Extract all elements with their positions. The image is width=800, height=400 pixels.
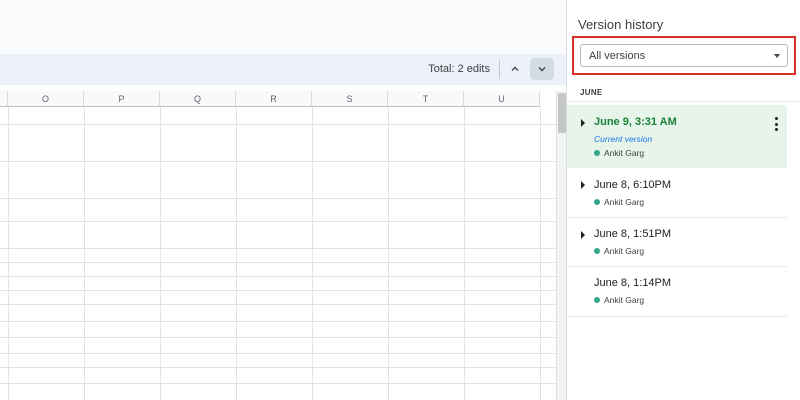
column-header-o[interactable]: O: [8, 91, 84, 107]
column-header-s[interactable]: S: [312, 91, 388, 107]
divider: [567, 101, 800, 102]
caret-right-icon[interactable]: [581, 181, 585, 189]
version-author: Ankit Garg: [604, 148, 645, 158]
vertical-scrollbar[interactable]: [556, 91, 566, 400]
version-date: June 8, 1:14PM: [594, 277, 672, 289]
total-edits-label: Total: 2 edits: [428, 63, 490, 75]
gridline-horizontal: [0, 198, 556, 199]
gridline-vertical: [464, 107, 465, 400]
previous-edit-button[interactable]: [503, 58, 527, 80]
column-header-partial[interactable]: [0, 91, 8, 107]
next-edit-button[interactable]: [530, 58, 554, 80]
gridline-horizontal: [0, 221, 556, 222]
gridline-vertical: [540, 107, 541, 400]
user-color-dot-icon: [594, 297, 600, 303]
gridline-horizontal: [0, 276, 556, 277]
filter-selected-value: All versions: [589, 50, 646, 62]
current-version-label: Current version: [594, 134, 653, 144]
column-header-t[interactable]: T: [388, 91, 464, 107]
version-item[interactable]: June 8, 6:10PM Ankit Garg: [567, 168, 787, 218]
version-item[interactable]: June 8, 1:51PM Ankit Garg: [567, 218, 787, 267]
scrollbar-thumb[interactable]: [558, 93, 566, 133]
versions-filter-dropdown[interactable]: All versions: [580, 44, 788, 67]
caret-right-icon[interactable]: [581, 119, 585, 127]
gridline-horizontal: [0, 337, 556, 338]
gridline-vertical: [312, 107, 313, 400]
gridline-vertical: [84, 107, 85, 400]
gridline-horizontal: [0, 367, 556, 368]
chevron-down-icon: [538, 67, 546, 72]
column-header-r[interactable]: R: [236, 91, 312, 107]
gridline-horizontal: [0, 290, 556, 291]
divider: [499, 60, 500, 79]
gridline-horizontal: [0, 321, 556, 322]
month-header: JUNE: [580, 88, 603, 97]
user-color-dot-icon: [594, 199, 600, 205]
version-item[interactable]: June 8, 1:14PM Ankit Garg: [567, 267, 787, 317]
chevron-up-icon: [511, 66, 519, 71]
gridline-vertical: [160, 107, 161, 400]
gridline-vertical: [8, 107, 9, 400]
version-history-panel: Version history All versions JUNE June 9…: [566, 0, 800, 400]
highlight-outline: All versions: [572, 36, 796, 75]
gridline-horizontal: [0, 304, 556, 305]
cell-grid[interactable]: OPQRSTU: [0, 91, 556, 400]
column-header-q[interactable]: Q: [160, 91, 236, 107]
gridline-horizontal: [0, 262, 556, 263]
panel-title: Version history: [578, 17, 664, 32]
version-author: Ankit Garg: [604, 246, 645, 256]
gridline-horizontal: [0, 383, 556, 384]
gridline-horizontal: [0, 124, 556, 125]
version-date: June 8, 6:10PM: [594, 179, 672, 191]
version-author: Ankit Garg: [604, 197, 645, 207]
gridline-vertical: [388, 107, 389, 400]
gridline-horizontal: [0, 248, 556, 249]
version-item-current[interactable]: June 9, 3:31 AM Current version Ankit Ga…: [567, 105, 787, 168]
gridline-horizontal: [0, 161, 556, 162]
column-header-p[interactable]: P: [84, 91, 160, 107]
gridline-vertical: [236, 107, 237, 400]
version-date: June 8, 1:51PM: [594, 228, 672, 240]
toolbar-area: [0, 0, 566, 54]
edit-navigation-bar: Total: 2 edits: [0, 54, 566, 85]
version-date: June 9, 3:31 AM: [594, 116, 677, 128]
version-author: Ankit Garg: [604, 295, 645, 305]
user-color-dot-icon: [594, 248, 600, 254]
column-header-u[interactable]: U: [464, 91, 540, 107]
spreadsheet-area: Total: 2 edits OPQRSTU: [0, 0, 566, 400]
caret-right-icon[interactable]: [581, 231, 585, 239]
gridline-horizontal: [0, 353, 556, 354]
caret-down-icon: [774, 54, 780, 58]
more-vert-icon[interactable]: [772, 115, 780, 133]
user-color-dot-icon: [594, 150, 600, 156]
